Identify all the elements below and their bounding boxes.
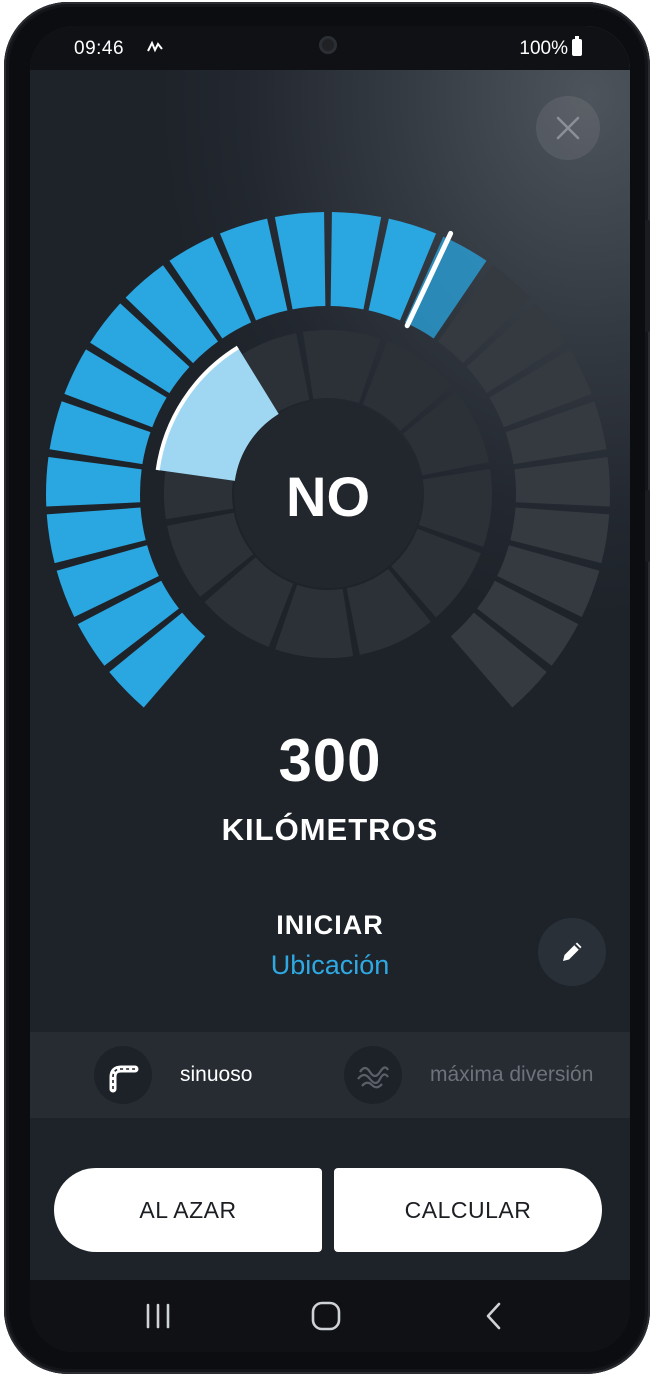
calculate-button[interactable]: CALCULAR [334, 1168, 602, 1252]
phone-frame: 09:46 100% NO 300 KILÓMETROS INICIAR Ubi… [4, 2, 650, 1374]
distance-gauge[interactable]: NO [30, 176, 630, 766]
status-bar: 09:46 100% [30, 26, 630, 70]
front-camera [319, 36, 337, 54]
power-button [645, 490, 650, 562]
battery-icon [572, 36, 582, 56]
gauge-center-label: NO [286, 465, 370, 528]
outer-ring-segment [514, 457, 610, 507]
distance-unit: KILÓMETROS [221, 812, 439, 847]
back-icon [486, 1302, 501, 1330]
close-icon [556, 116, 580, 140]
back-button[interactable] [474, 1298, 514, 1334]
app-screen: 09:46 100% NO 300 KILÓMETROS INICIAR Ubi… [30, 26, 630, 1352]
option-label: sinuoso [180, 1063, 253, 1086]
option-label: máxima diversión [430, 1063, 594, 1086]
option-maxima-diversion[interactable]: máxima diversión [344, 1032, 593, 1118]
option-sinuoso[interactable]: sinuoso [94, 1032, 252, 1118]
home-button[interactable] [306, 1298, 346, 1334]
battery-level: 100% [519, 38, 568, 59]
distance-value: 300 [278, 727, 382, 794]
random-button[interactable]: AL AZAR [54, 1168, 322, 1252]
outer-ring-segment [46, 457, 142, 507]
status-time: 09:46 [74, 38, 125, 59]
start-label: INICIAR [276, 910, 384, 940]
activity-icon [147, 38, 163, 62]
volume-button [645, 220, 650, 332]
fun-curves-icon [344, 1046, 402, 1104]
route-options-bar: sinuoso máxima diversión [30, 1032, 630, 1118]
recent-apps-icon [146, 1303, 170, 1329]
pencil-icon [563, 942, 582, 961]
home-icon [311, 1301, 341, 1331]
recent-apps-button[interactable] [138, 1298, 178, 1334]
close-button[interactable] [536, 96, 600, 160]
winding-road-icon [94, 1046, 152, 1104]
edit-start-button[interactable] [538, 918, 606, 986]
system-nav-bar [30, 1280, 630, 1352]
action-bar: AL AZAR CALCULAR [30, 1118, 630, 1280]
